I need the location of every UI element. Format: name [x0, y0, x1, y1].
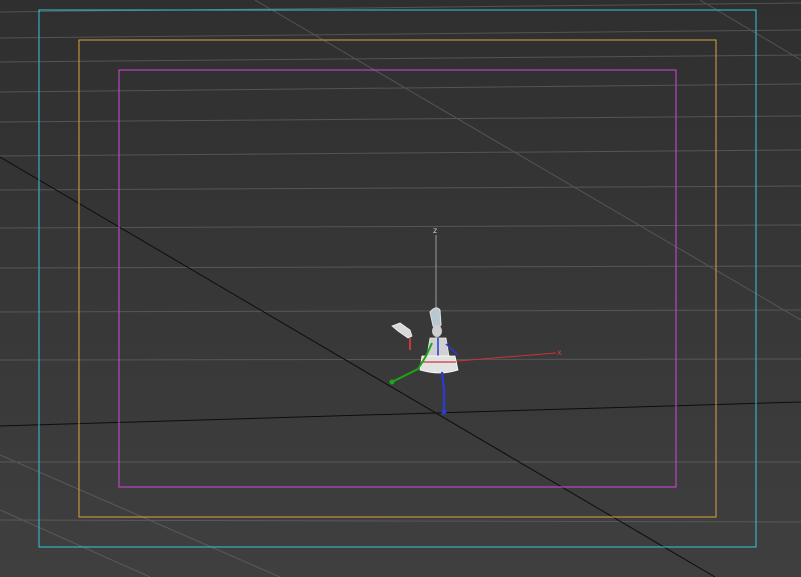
perspective-viewport[interactable]: z x: [0, 0, 801, 577]
character-right-foot-joint: [441, 409, 447, 415]
character-left-foot-joint: [389, 379, 395, 385]
character-head: [432, 325, 442, 337]
gizmo-z-label: z: [433, 226, 437, 235]
viewport-canvas[interactable]: z x: [0, 0, 801, 577]
character-skirt: [419, 355, 459, 374]
gizmo-x-label: x: [557, 348, 562, 357]
viewport-background: [0, 0, 801, 577]
